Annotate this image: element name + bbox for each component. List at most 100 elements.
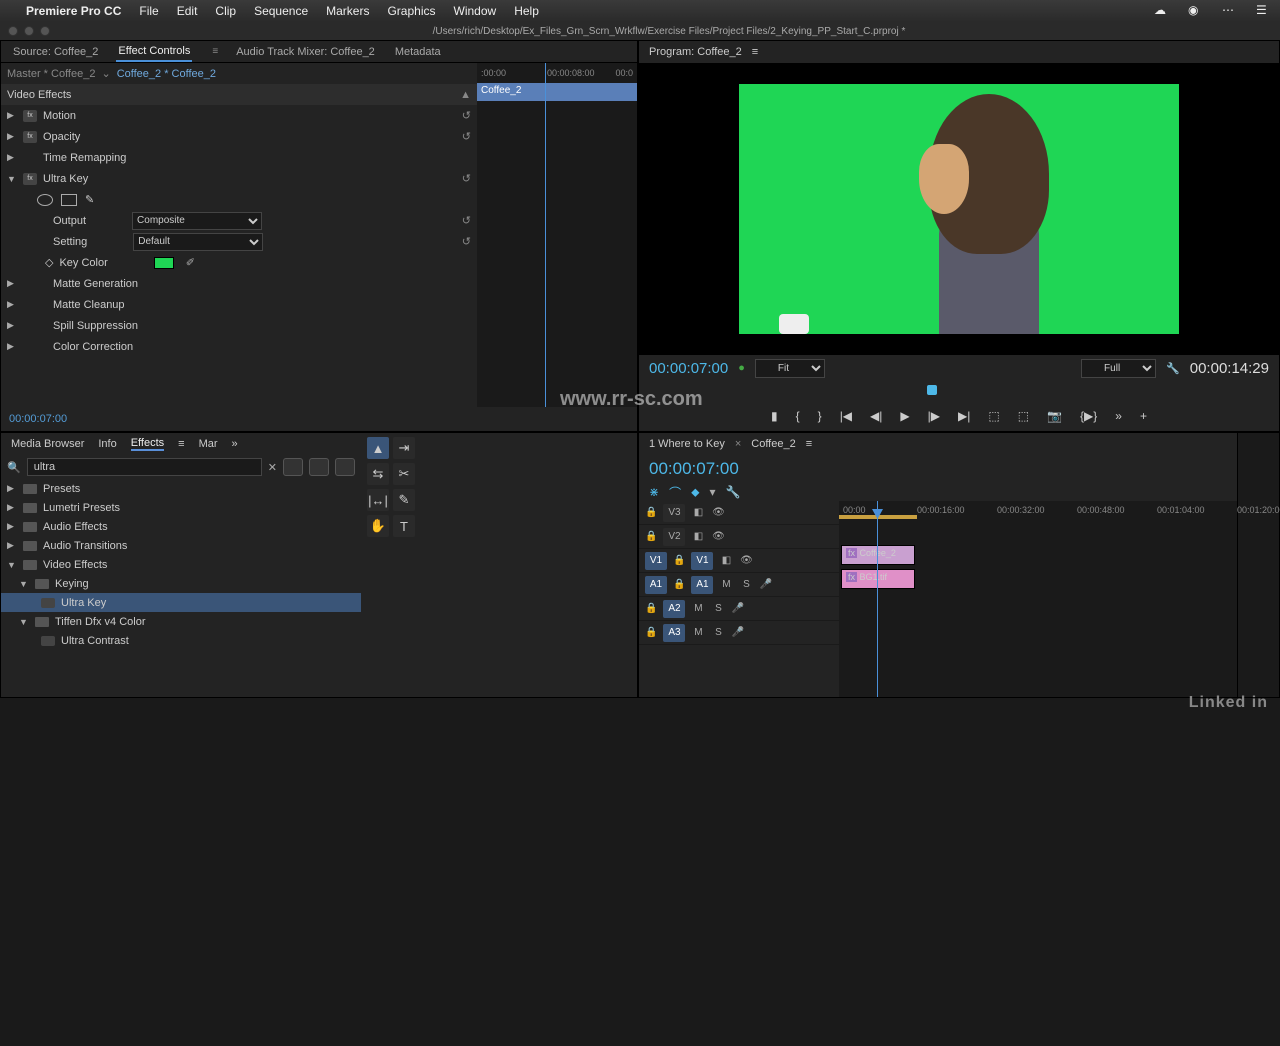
razor-tool[interactable]: ✂ [393,463,415,485]
collapse-icon[interactable]: ▲ [460,89,471,101]
more-icon[interactable]: ⋯ [1222,3,1238,19]
track-target[interactable]: A3 [663,624,685,642]
traffic-lights[interactable] [0,26,58,36]
go-to-out-button[interactable]: ▶| [958,409,970,423]
effect-motion[interactable]: ▶ fx Motion ↺ [1,105,477,126]
ripple-tool[interactable]: ⇆ [367,463,389,485]
folder-keying[interactable]: ▼Keying [1,574,361,593]
tab-markers[interactable]: Mar [199,438,218,450]
panel-menu-icon[interactable]: ≡ [178,438,184,450]
lock-icon[interactable]: 🔒 [645,603,657,614]
mark-bracket-open-icon[interactable]: { [796,409,800,423]
wrench-icon[interactable]: 🔧 [1166,362,1180,375]
reset-icon[interactable]: ↺ [462,235,471,248]
lock-icon[interactable]: 🔒 [645,531,657,542]
twirl-icon[interactable]: ▶ [7,341,17,352]
track-target[interactable]: A2 [663,600,685,618]
twirl-icon[interactable]: ▶ [7,320,17,331]
audio-meter[interactable] [1237,433,1279,697]
folder-video-effects[interactable]: ▼Video Effects [1,555,361,574]
timeline-playhead[interactable] [877,501,878,697]
mute-button[interactable]: M [691,627,705,638]
twirl-icon[interactable]: ▶ [7,278,17,289]
output-select[interactable]: Composite [132,212,262,230]
track-v3[interactable]: 🔒V3◧👁 [639,501,839,525]
ellipse-mask-icon[interactable] [37,194,53,206]
track-target[interactable]: V3 [663,504,685,522]
mic-icon[interactable]: 🎤 [731,603,743,614]
step-forward-button[interactable]: |▶ [928,409,940,423]
twirl-icon[interactable]: ▶ [7,299,17,310]
eye-icon[interactable]: 👁 [711,531,725,542]
solo-button[interactable]: S [739,579,753,590]
track-target[interactable]: V1 [691,552,713,570]
more-transport-icon[interactable]: » [1115,409,1122,423]
twirl-icon[interactable]: ▶ [7,110,17,121]
menu-graphics[interactable]: Graphics [387,4,435,18]
track-target[interactable]: A1 [691,576,713,594]
track-v2[interactable]: 🔒 V2 ◧ 👁 [639,525,839,549]
video-effects-section[interactable]: Video Effects ▲ [1,84,477,105]
effect-ultra-key-item[interactable]: Ultra Key [1,593,361,612]
tab-media-browser[interactable]: Media Browser [11,438,84,450]
menu-window[interactable]: Window [454,4,497,18]
go-to-in-button[interactable]: |◀ [840,409,852,423]
program-scrubber[interactable] [639,381,1279,401]
mark-bracket-close-icon[interactable]: } [818,409,822,423]
fx-badge-icon[interactable]: fx [23,131,37,143]
effect-controls-timeline[interactable]: :00:00 00:00:08:00 00:0 Coffee_2 [477,63,637,407]
list-icon[interactable]: ☰ [1256,3,1272,19]
folder-presets[interactable]: ▶Presets [1,479,361,498]
pen-mask-icon[interactable]: ✎ [85,193,94,206]
solo-button[interactable]: S [711,627,725,638]
app-name[interactable]: Premiere Pro CC [26,4,121,18]
tab-sequence-2[interactable]: Coffee_2 [751,438,795,450]
step-back-button[interactable]: ◀| [870,409,882,423]
eye-icon[interactable]: 👁 [739,555,753,566]
mute-button[interactable]: M [691,603,705,614]
track-target[interactable]: V2 [663,528,685,546]
resolution-select[interactable]: Full [1081,359,1156,378]
tab-info[interactable]: Info [98,438,116,450]
export-frame-button[interactable]: 📷 [1047,409,1062,423]
program-viewport[interactable] [639,63,1279,355]
sync-icon[interactable]: ◧ [691,531,705,542]
chevron-down-icon[interactable]: ⌄ [101,67,110,80]
effect-time-remapping[interactable]: ▶ Time Remapping [1,147,477,168]
clip-coffee[interactable]: fx Coffee_2 [841,545,915,565]
tab-audio-mixer[interactable]: Audio Track Mixer: Coffee_2 [234,43,377,61]
menu-help[interactable]: Help [514,4,539,18]
mute-button[interactable]: M [719,579,733,590]
effect-opacity[interactable]: ▶ fx Opacity ↺ [1,126,477,147]
pen-tool[interactable]: ✎ [393,489,415,511]
scrub-handle[interactable] [927,385,937,395]
clear-search-button[interactable]: ✕ [268,461,277,474]
menu-markers[interactable]: Markers [326,4,369,18]
param-spill-suppression[interactable]: ▶ Spill Suppression [1,315,477,336]
selection-tool[interactable]: ▲ [367,437,389,459]
program-timecode[interactable]: 00:00:07:00 [649,360,728,377]
sync-icon[interactable]: ◧ [691,507,705,518]
panel-menu-icon[interactable]: ≡ [806,438,812,450]
track-select-tool[interactable]: ⇥ [393,437,415,459]
tab-program[interactable]: Program: Coffee_2 [649,46,742,58]
param-matte-cleanup[interactable]: ▶ Matte Cleanup [1,294,477,315]
comparison-button[interactable]: {▶} [1080,409,1097,423]
mic-icon[interactable]: 🎤 [731,627,743,638]
menu-file[interactable]: File [139,4,158,18]
mic-icon[interactable]: 🎤 [759,579,771,590]
track-v1[interactable]: V1🔒V1◧👁 [639,549,839,573]
fx-badge-icon[interactable]: fx [23,110,37,122]
param-color-correction[interactable]: ▶ Color Correction [1,336,477,357]
menu-clip[interactable]: Clip [215,4,236,18]
filter-yuv-icon[interactable] [335,458,355,476]
overflow-icon[interactable]: » [232,438,238,450]
solo-button[interactable]: S [711,603,725,614]
fx-badge-icon[interactable]: fx [23,173,37,185]
tab-effect-controls[interactable]: Effect Controls [116,42,192,62]
twirl-icon[interactable]: ▶ [7,152,17,163]
reset-icon[interactable]: ↺ [462,109,471,122]
track-a2[interactable]: 🔒 A2 MS 🎤 [639,597,839,621]
marker-icon[interactable]: ⬥ [691,485,699,500]
lock-icon[interactable]: 🔒 [673,579,685,590]
